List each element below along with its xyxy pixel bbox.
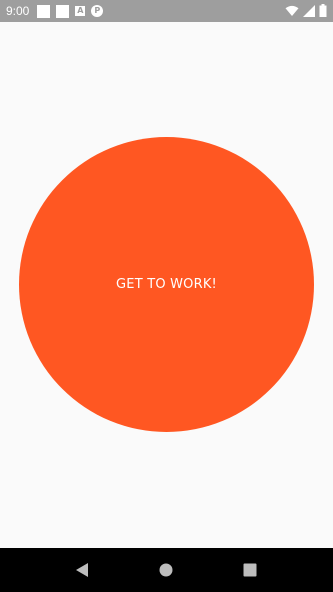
status-time: 9:00: [6, 4, 30, 18]
battery-icon: [319, 2, 327, 21]
get-to-work-label: GET TO WORK!: [116, 277, 217, 292]
recents-icon[interactable]: [239, 559, 261, 581]
square-icon: [56, 4, 70, 18]
wifi-icon: [285, 2, 299, 21]
status-indicators: [285, 0, 327, 22]
status-bar: 9:00 A P: [0, 0, 333, 22]
p-icon: P: [91, 5, 104, 17]
navigation-bar: [0, 548, 333, 592]
back-icon[interactable]: [71, 559, 93, 581]
get-to-work-button[interactable]: GET TO WORK!: [19, 137, 314, 432]
home-icon[interactable]: [155, 559, 177, 581]
square-icon: [37, 4, 51, 18]
a-icon: A: [75, 6, 86, 16]
app-screen: 9:00 A P GET TO WORK!: [0, 0, 333, 592]
signal-icon: [303, 2, 315, 21]
